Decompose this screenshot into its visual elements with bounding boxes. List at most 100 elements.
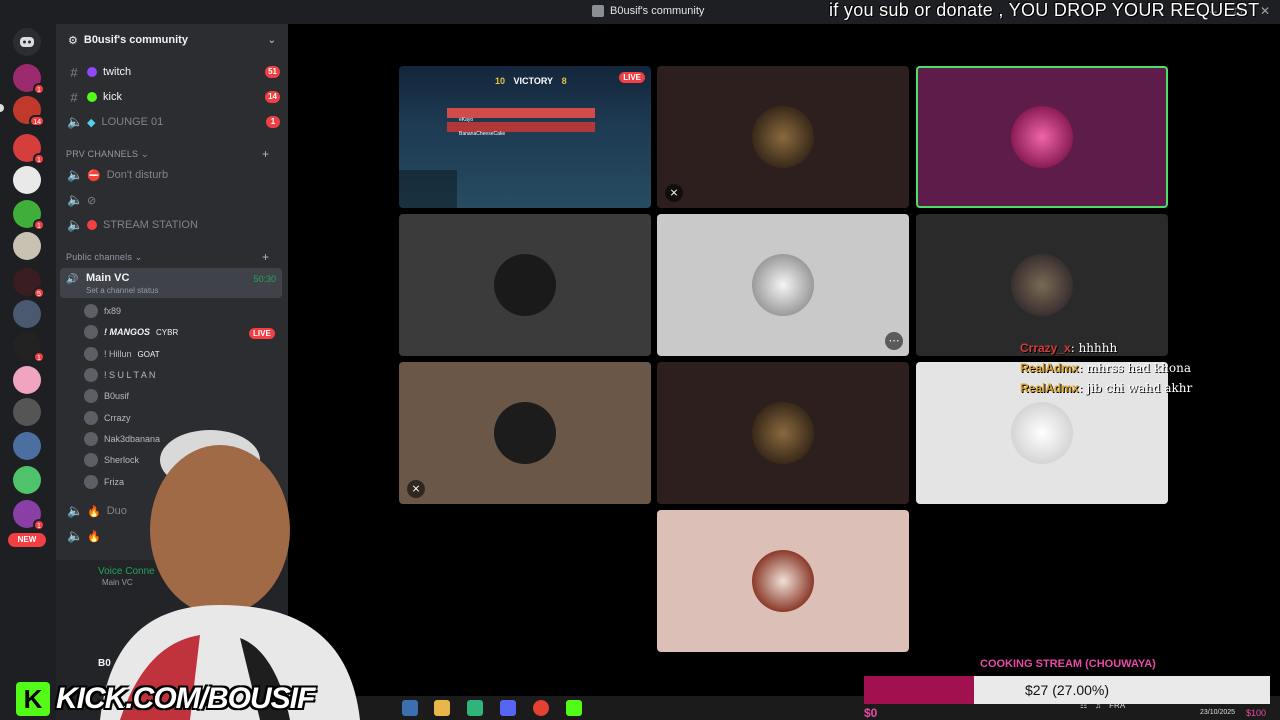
webcam-overlay bbox=[60, 420, 380, 720]
goal-max: $100 bbox=[1246, 708, 1267, 718]
server-icon[interactable]: 5 bbox=[13, 268, 45, 299]
user-tile-speaking[interactable] bbox=[916, 66, 1168, 208]
close-icon[interactable]: ✕ bbox=[1260, 4, 1270, 18]
server-icon[interactable] bbox=[13, 432, 41, 460]
user-tile[interactable] bbox=[657, 510, 909, 652]
kick-dot-icon bbox=[87, 92, 97, 102]
stream-tile[interactable]: 10 VICTORY 8 eKayo BananaCheeseCake LIVE bbox=[399, 66, 651, 208]
server-icon[interactable]: 1 bbox=[13, 200, 45, 231]
channel-prv-unnamed[interactable]: 🔈 ⊘ bbox=[64, 189, 280, 211]
user-name: fx89 bbox=[104, 306, 122, 316]
avatar bbox=[494, 402, 556, 464]
channel-main-vc[interactable]: 🔊 Main VC Set a channel status 50:30 bbox=[60, 268, 282, 298]
user-tag: CYBR bbox=[156, 327, 179, 337]
user-tile[interactable] bbox=[657, 362, 909, 504]
user-tile[interactable]: ⋯ bbox=[657, 214, 909, 356]
server-icon[interactable] bbox=[13, 166, 41, 194]
voice-user[interactable]: ! Hillun GOAT bbox=[84, 344, 160, 364]
server-icon[interactable] bbox=[13, 232, 41, 260]
avatar bbox=[752, 254, 814, 316]
channel-status[interactable]: Set a channel status bbox=[86, 286, 159, 295]
server-icon[interactable] bbox=[13, 300, 41, 328]
channel-name: STREAM STATION bbox=[103, 219, 198, 231]
user-tile[interactable]: ⨯ bbox=[657, 66, 909, 208]
server-icon[interactable]: 1 bbox=[13, 64, 45, 95]
mention-count: 1 bbox=[266, 116, 280, 128]
channel-name: Don't disturb bbox=[106, 169, 169, 181]
server-icon[interactable]: 1 bbox=[13, 332, 45, 363]
goal-progress-bar: $27 (27.00%) bbox=[864, 676, 1270, 704]
user-tile[interactable] bbox=[916, 214, 1168, 356]
discord-home-icon[interactable] bbox=[13, 28, 41, 56]
user-name: ! Hillun bbox=[104, 349, 132, 359]
server-badge: 14 bbox=[29, 115, 45, 127]
server-icon[interactable]: 14 bbox=[13, 96, 45, 127]
folder-icon[interactable] bbox=[434, 700, 450, 716]
chat-message: jib chi wahd akhr bbox=[1086, 381, 1193, 395]
score-label: VICTORY bbox=[513, 76, 554, 86]
kick-app-icon[interactable] bbox=[566, 700, 582, 716]
server-rail: 1 14 1 1 5 1 1 NEW bbox=[0, 24, 56, 720]
server-header[interactable]: ⚙ B0usif's community ⌄ bbox=[56, 24, 288, 56]
channel-name: Main VC bbox=[86, 272, 130, 284]
server-icon[interactable]: 1 bbox=[13, 134, 45, 165]
app-icon[interactable] bbox=[467, 700, 483, 716]
avatar bbox=[1011, 106, 1073, 168]
live-badge: LIVE bbox=[249, 328, 275, 339]
category-label: Public channels bbox=[66, 252, 133, 262]
server-name: B0usif's community bbox=[83, 34, 188, 46]
channel-dont-disturb[interactable]: 🔈 ⛔ Don't disturb bbox=[64, 164, 280, 186]
live-badge: LIVE bbox=[619, 72, 645, 83]
voice-user[interactable]: ! MANGOS CYBR bbox=[84, 322, 178, 342]
channel-lounge[interactable]: 🔈 ◆ LOUNGE 01 1 bbox=[64, 111, 280, 133]
score-left: 10 bbox=[495, 76, 506, 86]
speaker-icon: 🔈 bbox=[67, 114, 84, 129]
red-circle-icon bbox=[87, 220, 97, 230]
kick-logo-icon: K bbox=[16, 682, 50, 716]
stream-chat-overlay: Crrazy_x: hhhhh RealAdmx: mhrss had khon… bbox=[1020, 338, 1192, 398]
goal-title: COOKING STREAM (CHOUWAYA) bbox=[980, 658, 1156, 670]
user-tile[interactable]: ⨯ bbox=[399, 362, 651, 504]
avatar bbox=[494, 254, 556, 316]
channel-stream-station[interactable]: 🔈 STREAM STATION bbox=[64, 214, 280, 236]
score-right: 8 bbox=[561, 76, 567, 86]
channel-name: twitch bbox=[103, 66, 132, 78]
server-icon[interactable] bbox=[13, 466, 41, 494]
chrome-icon[interactable] bbox=[533, 700, 549, 716]
server-badge: 1 bbox=[33, 153, 45, 165]
channel-kick[interactable]: # kick 14 bbox=[64, 86, 280, 108]
mention-count: 14 bbox=[265, 91, 280, 103]
server-icon[interactable]: 1 bbox=[13, 500, 45, 531]
server-badge: 1 bbox=[33, 83, 45, 95]
voice-user[interactable]: B0usif bbox=[84, 386, 129, 406]
add-channel-icon[interactable]: + bbox=[262, 250, 269, 264]
voice-user[interactable]: ! S U L T A N bbox=[84, 365, 155, 385]
avatar bbox=[84, 347, 98, 361]
server-icon[interactable] bbox=[13, 398, 41, 426]
category-prv[interactable]: PRV CHANNELS ⌄ + bbox=[66, 147, 269, 161]
category-public[interactable]: Public channels ⌄ + bbox=[66, 250, 269, 264]
window-title: B0usif's community bbox=[592, 5, 704, 17]
server-badge: 5 bbox=[33, 287, 45, 299]
muted-icon: ⨯ bbox=[665, 184, 683, 202]
server-badge: 1 bbox=[33, 519, 45, 531]
user-tile[interactable] bbox=[399, 214, 651, 356]
steam-icon[interactable] bbox=[402, 700, 418, 716]
twitch-dot-icon bbox=[87, 67, 97, 77]
avatar bbox=[1011, 254, 1073, 316]
player-row: eKayo bbox=[447, 108, 595, 123]
discord-icon[interactable] bbox=[500, 700, 516, 716]
channel-twitch[interactable]: # twitch 51 bbox=[64, 61, 280, 83]
more-icon[interactable]: ⋯ bbox=[885, 332, 903, 350]
screen: B0usif's community — □ ✕ if you sub or d… bbox=[0, 0, 1280, 720]
voice-timer: 50:30 bbox=[253, 274, 276, 284]
diamond-icon: ◆ bbox=[87, 116, 96, 129]
server-icon[interactable] bbox=[13, 366, 41, 394]
category-label: PRV CHANNELS bbox=[66, 149, 139, 159]
new-badge: NEW bbox=[8, 533, 46, 547]
window-title-text: B0usif's community bbox=[610, 5, 705, 17]
add-channel-icon[interactable]: + bbox=[262, 147, 269, 161]
stream-ticker: if you sub or donate , YOU DROP YOUR REQ… bbox=[829, 0, 1260, 20]
server-badge: 1 bbox=[33, 219, 45, 231]
voice-user[interactable]: fx89 bbox=[84, 301, 121, 321]
